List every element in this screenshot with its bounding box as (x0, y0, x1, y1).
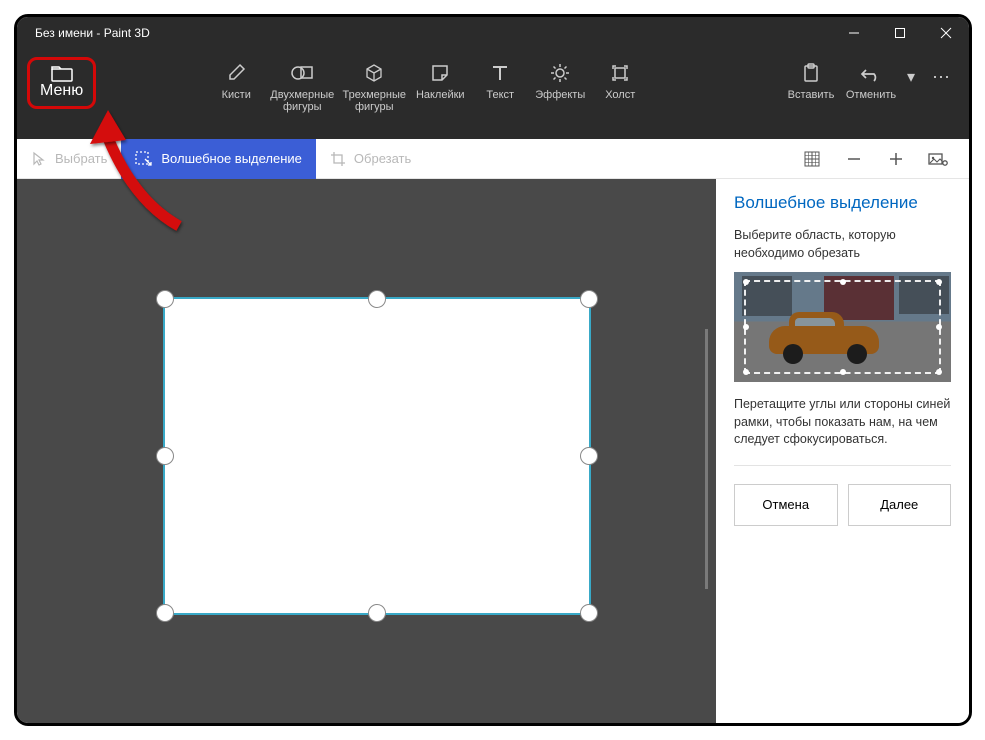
ribbon-stickers[interactable]: Наклейки (410, 57, 470, 105)
ribbon-brushes[interactable]: Кисти (206, 57, 266, 105)
ribbon-2d-shapes[interactable]: Двухмерные фигуры (266, 57, 338, 117)
effects-icon (550, 61, 570, 85)
maximize-button[interactable] (877, 17, 923, 49)
ribbon-text[interactable]: Текст (470, 57, 530, 105)
sticker-icon (430, 61, 450, 85)
crop-tool[interactable]: Обрезать (316, 139, 425, 179)
canvas-icon (610, 61, 630, 85)
panel-title: Волшебное выделение (734, 193, 951, 213)
window-title: Без имени - Paint 3D (35, 26, 150, 40)
handle-tr[interactable] (580, 290, 598, 308)
titlebar: Без имени - Paint 3D (17, 17, 969, 49)
undo-dropdown[interactable]: ▾ (901, 57, 921, 87)
paste-icon (802, 61, 820, 85)
folder-icon (51, 66, 73, 82)
grid-toggle[interactable] (801, 148, 823, 170)
shapes-3d-icon (363, 61, 385, 85)
handle-bc[interactable] (368, 604, 386, 622)
canvas-workspace[interactable] (17, 179, 716, 723)
handle-bl[interactable] (156, 604, 174, 622)
window-controls (831, 17, 969, 49)
brush-icon (226, 61, 246, 85)
undo-icon (860, 61, 882, 85)
ribbon-canvas[interactable]: Холст (590, 57, 650, 105)
zoom-out[interactable] (843, 148, 865, 170)
magic-select-tool[interactable]: Волшебное выделение (121, 139, 316, 179)
view-controls (801, 148, 969, 170)
handle-ml[interactable] (156, 447, 174, 465)
handle-br[interactable] (580, 604, 598, 622)
handle-mr[interactable] (580, 447, 598, 465)
preview-image (734, 272, 951, 382)
app-window: Без имени - Paint 3D Меню Кисти Двухмерн… (14, 14, 972, 726)
view-3d-toggle[interactable] (927, 148, 949, 170)
text-icon (491, 61, 509, 85)
magic-select-icon (135, 151, 153, 167)
undo-button[interactable]: Отменить (841, 57, 901, 105)
minimize-button[interactable] (831, 17, 877, 49)
ribbon: Меню Кисти Двухмерные фигуры Трехмерные … (17, 49, 969, 139)
close-button[interactable] (923, 17, 969, 49)
ribbon-effects[interactable]: Эффекты (530, 57, 590, 105)
shapes-2d-icon (291, 61, 313, 85)
crop-icon (330, 151, 346, 167)
zoom-in[interactable] (885, 148, 907, 170)
cursor-icon (31, 151, 47, 167)
ribbon-3d-shapes[interactable]: Трехмерные фигуры (338, 57, 410, 117)
selection-frame[interactable] (163, 297, 591, 615)
more-button[interactable]: ⋯ (921, 57, 961, 97)
select-tool[interactable]: Выбрать (17, 139, 121, 179)
cancel-button[interactable]: Отмена (734, 484, 838, 526)
scrollbar[interactable] (705, 329, 708, 589)
menu-label: Меню (40, 82, 83, 100)
panel-hint: Перетащите углы или стороны синей рамки,… (734, 396, 951, 466)
panel-subtitle: Выберите область, которую необходимо обр… (734, 227, 951, 262)
next-button[interactable]: Далее (848, 484, 952, 526)
handle-tl[interactable] (156, 290, 174, 308)
side-panel: Волшебное выделение Выберите область, ко… (716, 179, 969, 723)
handle-tc[interactable] (368, 290, 386, 308)
menu-button[interactable]: Меню (27, 57, 96, 109)
secondary-toolbar: Выбрать Волшебное выделение Обрезать (17, 139, 969, 179)
paste-button[interactable]: Вставить (781, 57, 841, 105)
